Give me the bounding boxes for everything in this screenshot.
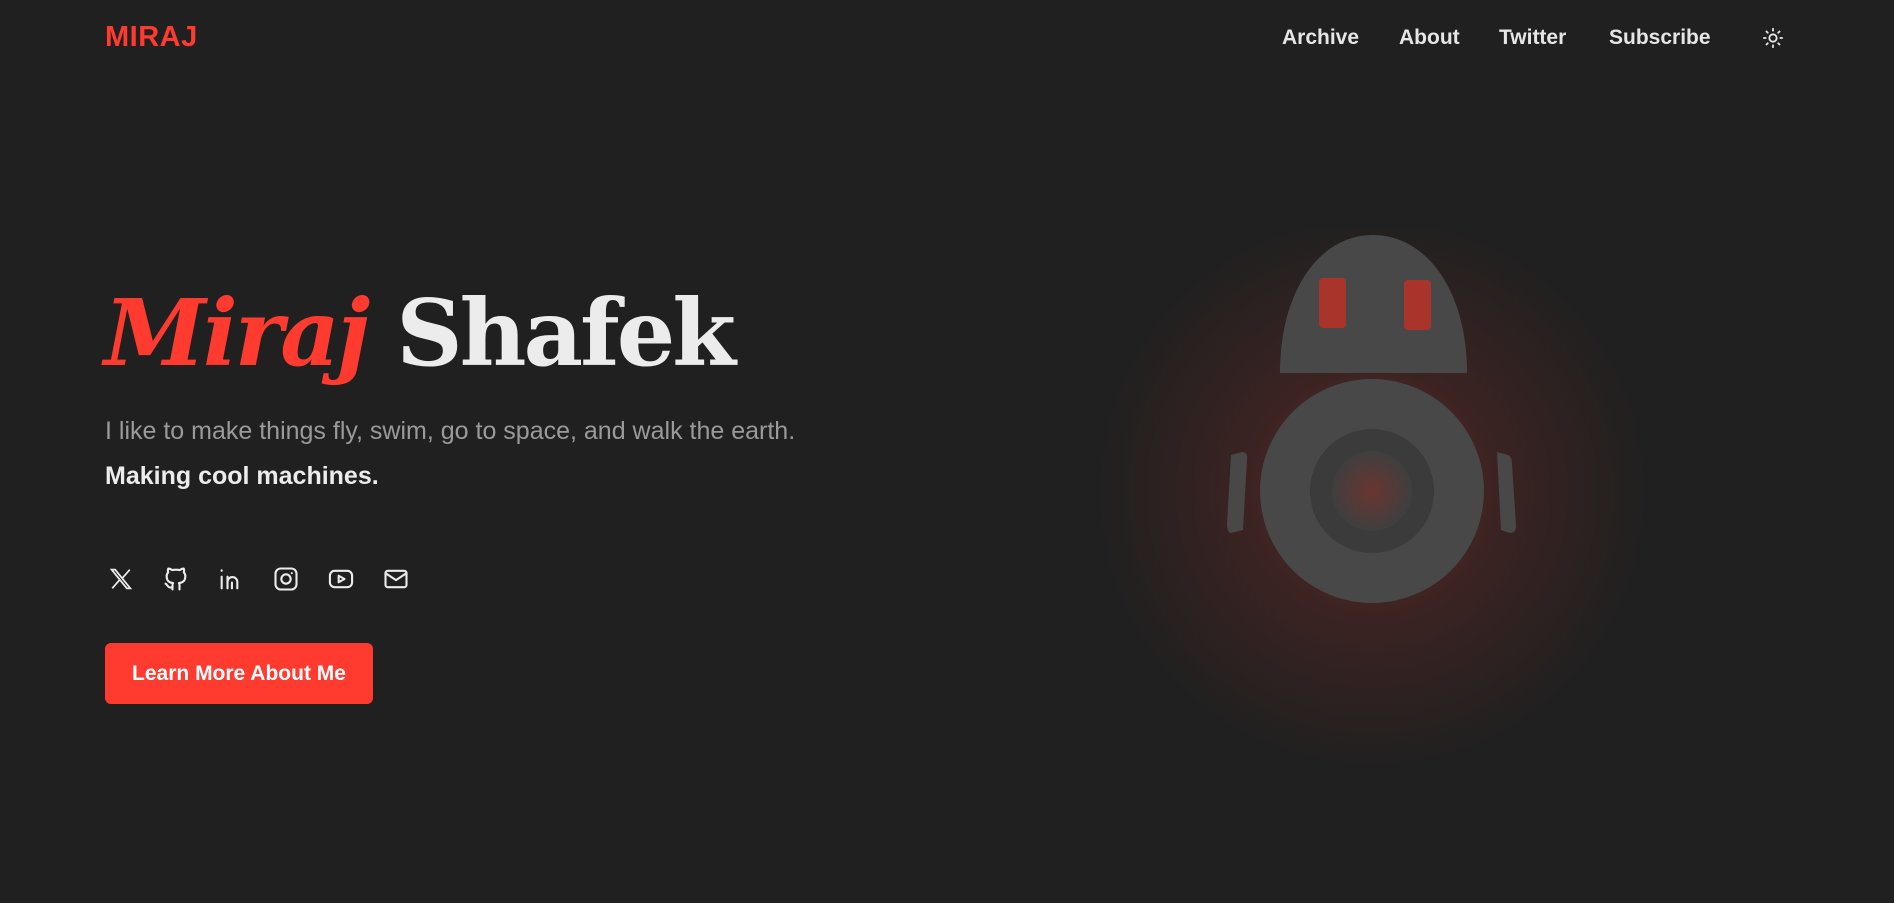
social-link-x[interactable] bbox=[105, 562, 137, 596]
learn-more-button[interactable]: Learn More About Me bbox=[105, 643, 373, 704]
site-logo[interactable]: MIRAJ bbox=[105, 21, 198, 54]
hero-last-name: Shafek bbox=[396, 279, 736, 387]
sun-icon bbox=[1762, 27, 1784, 49]
github-icon bbox=[164, 567, 187, 591]
hero-subtagline: Making cool machines. bbox=[105, 462, 379, 490]
social-link-instagram[interactable] bbox=[270, 562, 302, 596]
nav-link-about[interactable]: About bbox=[1399, 26, 1460, 50]
nav-link-subscribe[interactable]: Subscribe bbox=[1609, 26, 1711, 50]
robot-illustration bbox=[1090, 212, 1652, 790]
instagram-icon bbox=[274, 567, 298, 591]
social-link-linkedin[interactable] bbox=[215, 562, 247, 596]
robot-icon bbox=[1092, 212, 1652, 772]
youtube-icon bbox=[328, 569, 354, 589]
page: MIRAJ Archive About Twitter Subscribe Mi… bbox=[0, 0, 1894, 903]
nav-link-archive[interactable]: Archive bbox=[1282, 26, 1359, 50]
hero-tagline: I like to make things fly, swim, go to s… bbox=[105, 417, 796, 445]
mail-icon bbox=[384, 569, 408, 589]
social-link-mail[interactable] bbox=[380, 562, 412, 596]
hero-title: Miraj Shafek bbox=[104, 282, 736, 384]
nav-link-twitter[interactable]: Twitter bbox=[1499, 26, 1566, 50]
x-icon bbox=[109, 568, 133, 590]
social-link-youtube[interactable] bbox=[325, 562, 357, 596]
site-header: MIRAJ Archive About Twitter Subscribe bbox=[0, 0, 1894, 78]
hero-first-name: Miraj bbox=[104, 279, 370, 387]
social-link-github[interactable] bbox=[160, 562, 192, 596]
linkedin-icon bbox=[220, 569, 239, 590]
theme-toggle-button[interactable] bbox=[1760, 25, 1786, 51]
